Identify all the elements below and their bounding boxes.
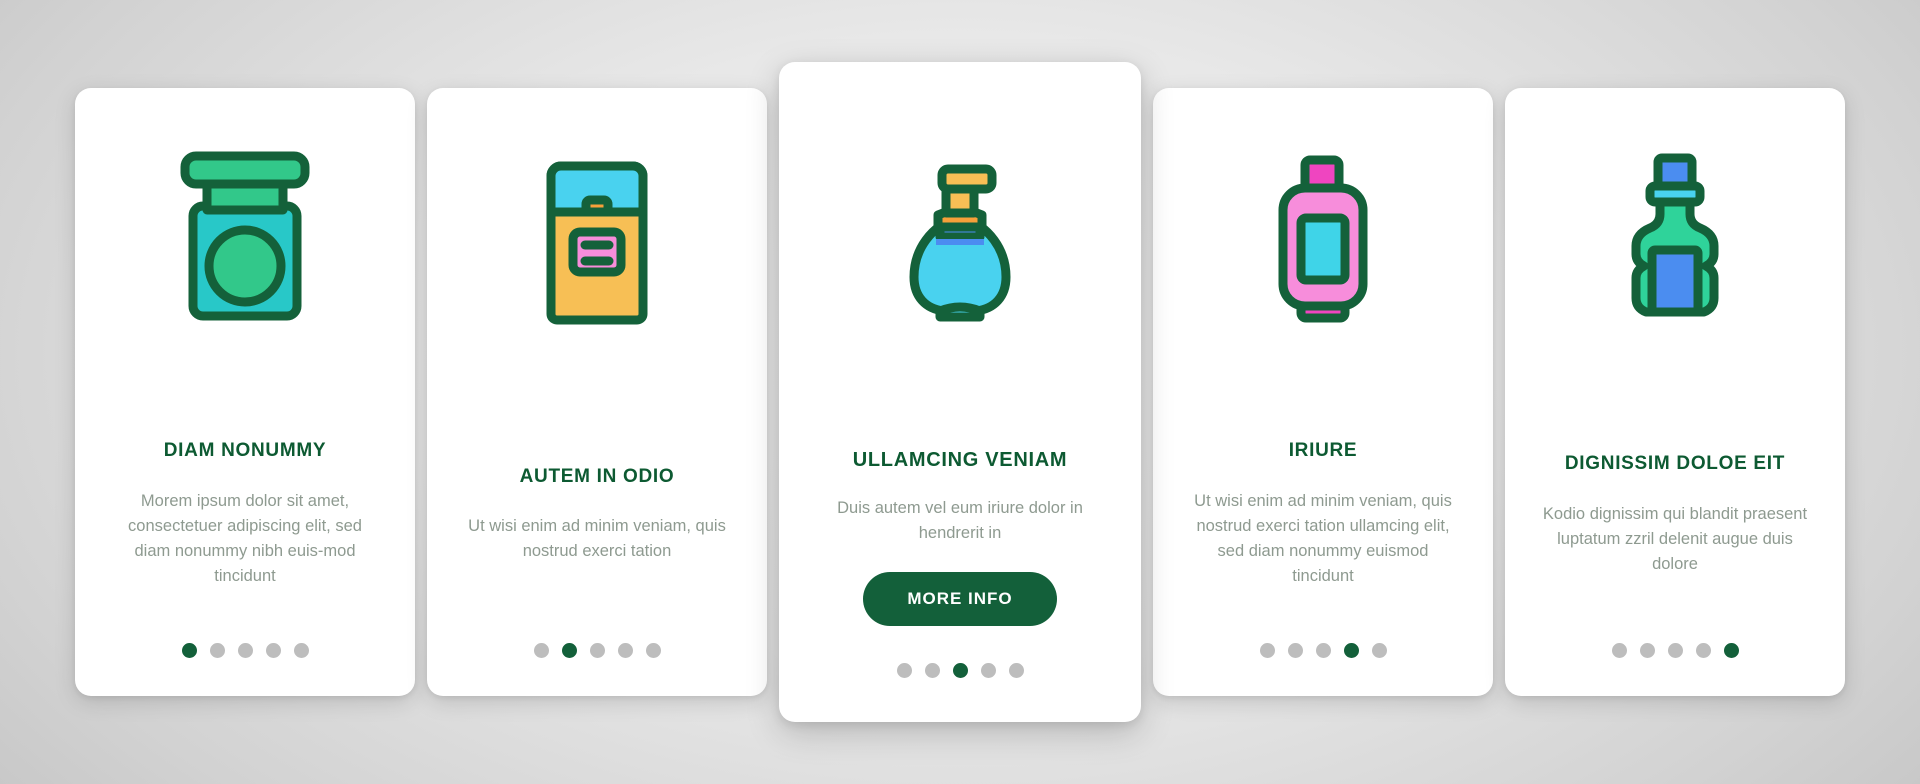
pagination-dot-2[interactable]	[209, 643, 225, 658]
pagination-dot-4[interactable]	[617, 643, 633, 658]
pagination-dot-3[interactable]	[1315, 643, 1331, 658]
card-title: ULLAMCING VENIAM	[852, 448, 1068, 471]
pagination-dots	[779, 663, 1141, 678]
pagination-dot-4[interactable]	[980, 663, 996, 678]
pagination-dot-1[interactable]	[1259, 643, 1275, 658]
pagination-dot-2[interactable]	[1287, 643, 1303, 658]
onboarding-card-list: DIAM NONUMMY Morem ipsum dolor sit amet,…	[0, 0, 1920, 784]
pagination-dot-5[interactable]	[645, 643, 661, 658]
pagination-dots	[75, 643, 415, 658]
pagination-dot-5[interactable]	[1723, 643, 1739, 658]
lotion-bottle-icon	[1173, 112, 1473, 362]
pagination-dot-3[interactable]	[237, 643, 253, 658]
card-title: IRIURE	[1288, 440, 1358, 462]
pagination-dot-5[interactable]	[293, 643, 309, 658]
card-description: Duis autem vel eum iriure dolor in hendr…	[837, 498, 1083, 542]
pagination-dot-2[interactable]	[1639, 643, 1655, 658]
card-description: Kodio dignissim qui blandit praesent lup…	[1542, 504, 1808, 573]
card-description: Ut wisi enim ad minim veniam, quis nostr…	[1194, 492, 1452, 586]
shampoo-tube-icon	[447, 112, 747, 362]
pagination-dots	[427, 643, 767, 658]
onboarding-screens-stage: DIAM NONUMMY Morem ipsum dolor sit amet,…	[0, 0, 1920, 784]
card-title: DIGNISSIM DOLOE EIT	[1564, 452, 1786, 474]
pagination-dot-4[interactable]	[1343, 643, 1359, 658]
pagination-dot-3[interactable]	[952, 663, 968, 678]
pagination-dot-3[interactable]	[589, 643, 605, 658]
pagination-dot-4[interactable]	[1695, 643, 1711, 658]
pagination-dot-1[interactable]	[896, 663, 912, 678]
onboarding-card-2[interactable]: AUTEM IN ODIO Ut wisi enim ad minim veni…	[427, 88, 767, 696]
onboarding-card-4[interactable]: IRIURE Ut wisi enim ad minim veniam, qui…	[1153, 88, 1493, 696]
pagination-dots	[1153, 643, 1493, 658]
pagination-dots	[1505, 643, 1845, 658]
card-description: Ut wisi enim ad minim veniam, quis nostr…	[468, 517, 726, 561]
card-title: DIAM NONUMMY	[163, 440, 327, 462]
pump-dispenser-bottle-icon	[801, 92, 1119, 382]
pagination-dot-2[interactable]	[924, 663, 940, 678]
pagination-dot-1[interactable]	[181, 643, 197, 658]
card-title: AUTEM IN ODIO	[519, 465, 675, 487]
cosmetic-jar-icon	[95, 112, 395, 362]
onboarding-card-5[interactable]: DIGNISSIM DOLOE EIT Kodio dignissim qui …	[1505, 88, 1845, 696]
pagination-dot-5[interactable]	[1371, 643, 1387, 658]
pagination-dot-5[interactable]	[1008, 663, 1024, 678]
onboarding-card-1[interactable]: DIAM NONUMMY Morem ipsum dolor sit amet,…	[75, 88, 415, 696]
pagination-dot-1[interactable]	[1611, 643, 1627, 658]
pagination-dot-4[interactable]	[265, 643, 281, 658]
pagination-dot-1[interactable]	[533, 643, 549, 658]
more-info-button[interactable]: MORE INFO	[863, 572, 1057, 627]
card-description: Morem ipsum dolor sit amet, consectetuer…	[128, 492, 362, 586]
pagination-dot-3[interactable]	[1667, 643, 1683, 658]
mouthwash-bottle-icon	[1525, 112, 1825, 362]
pagination-dot-2[interactable]	[561, 643, 577, 658]
onboarding-card-3[interactable]: ULLAMCING VENIAM Duis autem vel eum iriu…	[779, 62, 1141, 722]
